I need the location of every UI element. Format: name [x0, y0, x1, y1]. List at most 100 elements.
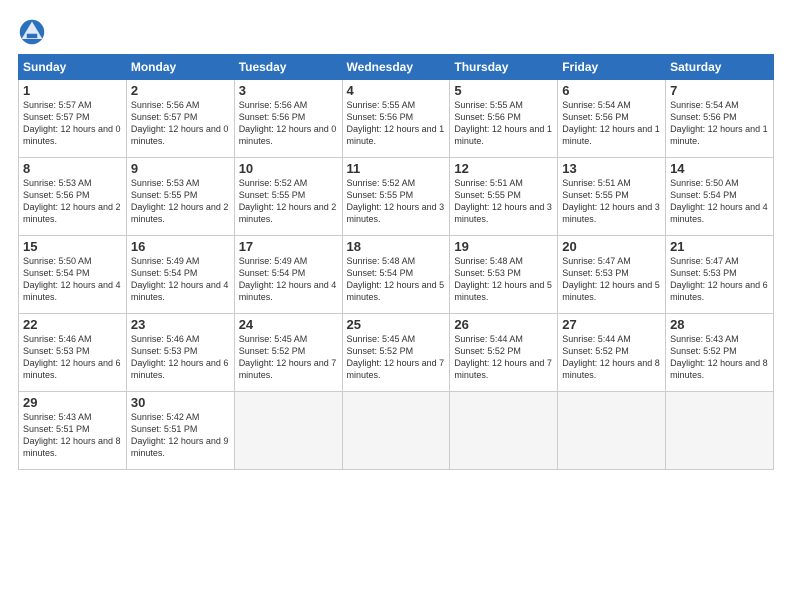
- day-number: 8: [23, 161, 122, 176]
- calendar-cell: 13 Sunrise: 5:51 AMSunset: 5:55 PMDaylig…: [558, 158, 666, 236]
- calendar-cell: [234, 392, 342, 470]
- day-info: Sunrise: 5:52 AMSunset: 5:55 PMDaylight:…: [239, 178, 337, 224]
- day-info: Sunrise: 5:46 AMSunset: 5:53 PMDaylight:…: [23, 334, 121, 380]
- weekday-header: Monday: [126, 55, 234, 80]
- calendar-cell: 15 Sunrise: 5:50 AMSunset: 5:54 PMDaylig…: [19, 236, 127, 314]
- calendar-cell: 24 Sunrise: 5:45 AMSunset: 5:52 PMDaylig…: [234, 314, 342, 392]
- day-number: 9: [131, 161, 230, 176]
- weekday-header: Sunday: [19, 55, 127, 80]
- calendar-week-row: 29 Sunrise: 5:43 AMSunset: 5:51 PMDaylig…: [19, 392, 774, 470]
- day-number: 18: [347, 239, 446, 254]
- day-info: Sunrise: 5:53 AMSunset: 5:55 PMDaylight:…: [131, 178, 229, 224]
- weekday-header: Friday: [558, 55, 666, 80]
- day-info: Sunrise: 5:50 AMSunset: 5:54 PMDaylight:…: [670, 178, 768, 224]
- calendar-cell: 6 Sunrise: 5:54 AMSunset: 5:56 PMDayligh…: [558, 80, 666, 158]
- day-number: 4: [347, 83, 446, 98]
- day-info: Sunrise: 5:43 AMSunset: 5:51 PMDaylight:…: [23, 412, 121, 458]
- weekday-header: Saturday: [666, 55, 774, 80]
- calendar-cell: [342, 392, 450, 470]
- calendar-week-row: 8 Sunrise: 5:53 AMSunset: 5:56 PMDayligh…: [19, 158, 774, 236]
- calendar-week-row: 22 Sunrise: 5:46 AMSunset: 5:53 PMDaylig…: [19, 314, 774, 392]
- day-info: Sunrise: 5:45 AMSunset: 5:52 PMDaylight:…: [239, 334, 337, 380]
- calendar-week-row: 15 Sunrise: 5:50 AMSunset: 5:54 PMDaylig…: [19, 236, 774, 314]
- calendar-cell: 19 Sunrise: 5:48 AMSunset: 5:53 PMDaylig…: [450, 236, 558, 314]
- weekday-header: Wednesday: [342, 55, 450, 80]
- calendar-cell: 9 Sunrise: 5:53 AMSunset: 5:55 PMDayligh…: [126, 158, 234, 236]
- day-info: Sunrise: 5:54 AMSunset: 5:56 PMDaylight:…: [562, 100, 660, 146]
- day-number: 6: [562, 83, 661, 98]
- day-number: 12: [454, 161, 553, 176]
- day-number: 30: [131, 395, 230, 410]
- day-number: 22: [23, 317, 122, 332]
- day-info: Sunrise: 5:55 AMSunset: 5:56 PMDaylight:…: [347, 100, 445, 146]
- day-info: Sunrise: 5:44 AMSunset: 5:52 PMDaylight:…: [454, 334, 552, 380]
- day-info: Sunrise: 5:51 AMSunset: 5:55 PMDaylight:…: [562, 178, 660, 224]
- day-number: 20: [562, 239, 661, 254]
- calendar-cell: 7 Sunrise: 5:54 AMSunset: 5:56 PMDayligh…: [666, 80, 774, 158]
- page-header: [18, 18, 774, 46]
- day-info: Sunrise: 5:44 AMSunset: 5:52 PMDaylight:…: [562, 334, 660, 380]
- calendar-cell: 20 Sunrise: 5:47 AMSunset: 5:53 PMDaylig…: [558, 236, 666, 314]
- day-number: 7: [670, 83, 769, 98]
- day-info: Sunrise: 5:49 AMSunset: 5:54 PMDaylight:…: [131, 256, 229, 302]
- calendar-cell: 18 Sunrise: 5:48 AMSunset: 5:54 PMDaylig…: [342, 236, 450, 314]
- calendar-cell: 5 Sunrise: 5:55 AMSunset: 5:56 PMDayligh…: [450, 80, 558, 158]
- day-number: 13: [562, 161, 661, 176]
- calendar-cell: 11 Sunrise: 5:52 AMSunset: 5:55 PMDaylig…: [342, 158, 450, 236]
- calendar-cell: 14 Sunrise: 5:50 AMSunset: 5:54 PMDaylig…: [666, 158, 774, 236]
- weekday-header-row: SundayMondayTuesdayWednesdayThursdayFrid…: [19, 55, 774, 80]
- calendar-cell: 17 Sunrise: 5:49 AMSunset: 5:54 PMDaylig…: [234, 236, 342, 314]
- day-info: Sunrise: 5:47 AMSunset: 5:53 PMDaylight:…: [670, 256, 768, 302]
- calendar-cell: 30 Sunrise: 5:42 AMSunset: 5:51 PMDaylig…: [126, 392, 234, 470]
- calendar-cell: 22 Sunrise: 5:46 AMSunset: 5:53 PMDaylig…: [19, 314, 127, 392]
- calendar-cell: 23 Sunrise: 5:46 AMSunset: 5:53 PMDaylig…: [126, 314, 234, 392]
- day-number: 11: [347, 161, 446, 176]
- day-info: Sunrise: 5:56 AMSunset: 5:56 PMDaylight:…: [239, 100, 337, 146]
- day-number: 14: [670, 161, 769, 176]
- day-number: 27: [562, 317, 661, 332]
- day-info: Sunrise: 5:45 AMSunset: 5:52 PMDaylight:…: [347, 334, 445, 380]
- day-number: 3: [239, 83, 338, 98]
- calendar-cell: [450, 392, 558, 470]
- day-number: 28: [670, 317, 769, 332]
- calendar-cell: 21 Sunrise: 5:47 AMSunset: 5:53 PMDaylig…: [666, 236, 774, 314]
- day-info: Sunrise: 5:54 AMSunset: 5:56 PMDaylight:…: [670, 100, 768, 146]
- day-info: Sunrise: 5:43 AMSunset: 5:52 PMDaylight:…: [670, 334, 768, 380]
- calendar-cell: 16 Sunrise: 5:49 AMSunset: 5:54 PMDaylig…: [126, 236, 234, 314]
- day-number: 29: [23, 395, 122, 410]
- day-number: 2: [131, 83, 230, 98]
- day-info: Sunrise: 5:55 AMSunset: 5:56 PMDaylight:…: [454, 100, 552, 146]
- calendar-cell: 26 Sunrise: 5:44 AMSunset: 5:52 PMDaylig…: [450, 314, 558, 392]
- day-info: Sunrise: 5:52 AMSunset: 5:55 PMDaylight:…: [347, 178, 445, 224]
- day-info: Sunrise: 5:42 AMSunset: 5:51 PMDaylight:…: [131, 412, 229, 458]
- day-info: Sunrise: 5:56 AMSunset: 5:57 PMDaylight:…: [131, 100, 229, 146]
- day-number: 19: [454, 239, 553, 254]
- day-info: Sunrise: 5:53 AMSunset: 5:56 PMDaylight:…: [23, 178, 121, 224]
- day-info: Sunrise: 5:48 AMSunset: 5:54 PMDaylight:…: [347, 256, 445, 302]
- calendar-cell: 3 Sunrise: 5:56 AMSunset: 5:56 PMDayligh…: [234, 80, 342, 158]
- calendar-cell: 28 Sunrise: 5:43 AMSunset: 5:52 PMDaylig…: [666, 314, 774, 392]
- calendar-cell: 25 Sunrise: 5:45 AMSunset: 5:52 PMDaylig…: [342, 314, 450, 392]
- calendar-cell: 27 Sunrise: 5:44 AMSunset: 5:52 PMDaylig…: [558, 314, 666, 392]
- day-info: Sunrise: 5:50 AMSunset: 5:54 PMDaylight:…: [23, 256, 121, 302]
- day-number: 17: [239, 239, 338, 254]
- day-number: 10: [239, 161, 338, 176]
- day-number: 25: [347, 317, 446, 332]
- day-number: 5: [454, 83, 553, 98]
- calendar-cell: 12 Sunrise: 5:51 AMSunset: 5:55 PMDaylig…: [450, 158, 558, 236]
- calendar-week-row: 1 Sunrise: 5:57 AMSunset: 5:57 PMDayligh…: [19, 80, 774, 158]
- logo-icon: [18, 18, 46, 46]
- calendar-cell: [666, 392, 774, 470]
- day-number: 23: [131, 317, 230, 332]
- calendar-cell: [558, 392, 666, 470]
- day-number: 1: [23, 83, 122, 98]
- day-number: 21: [670, 239, 769, 254]
- logo: [18, 18, 50, 46]
- calendar-cell: 4 Sunrise: 5:55 AMSunset: 5:56 PMDayligh…: [342, 80, 450, 158]
- day-number: 24: [239, 317, 338, 332]
- day-info: Sunrise: 5:47 AMSunset: 5:53 PMDaylight:…: [562, 256, 660, 302]
- calendar-cell: 29 Sunrise: 5:43 AMSunset: 5:51 PMDaylig…: [19, 392, 127, 470]
- day-number: 16: [131, 239, 230, 254]
- calendar-table: SundayMondayTuesdayWednesdayThursdayFrid…: [18, 54, 774, 470]
- calendar-cell: 2 Sunrise: 5:56 AMSunset: 5:57 PMDayligh…: [126, 80, 234, 158]
